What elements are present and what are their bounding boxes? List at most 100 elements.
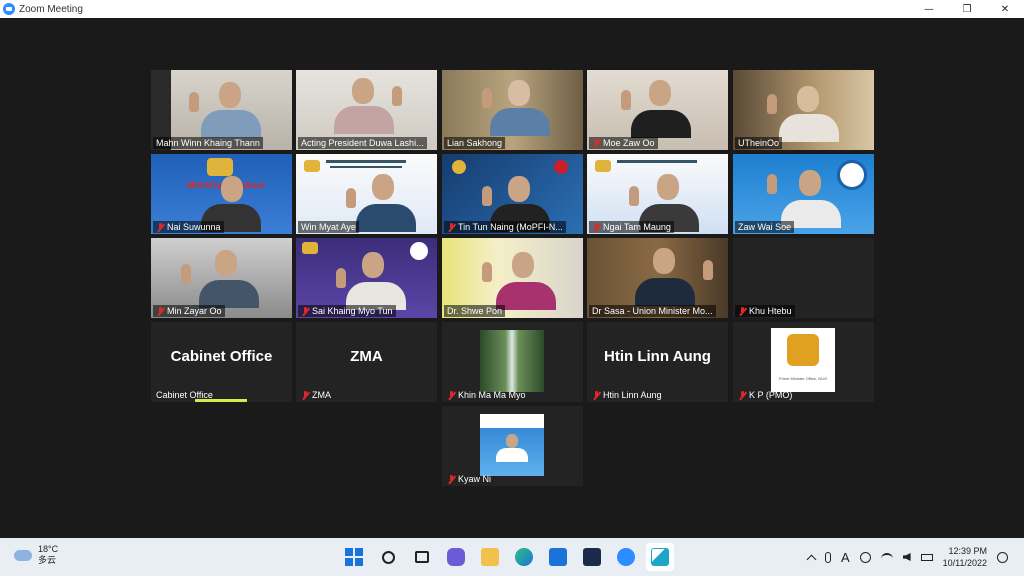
muted-mic-icon [156, 222, 165, 232]
zoom-button[interactable] [612, 543, 640, 571]
clock-date: 10/11/2022 [942, 558, 987, 568]
participant-tile[interactable]: Min Zayar Oo [151, 238, 292, 318]
muted-mic-icon [447, 474, 456, 484]
participant-tile[interactable]: Sai Khaing Myo Tun [296, 238, 437, 318]
clock-icon[interactable] [859, 551, 871, 563]
participant-tile[interactable]: Tin Tun Naing (MoPFI-N... [442, 154, 583, 234]
muted-mic-icon [156, 306, 165, 316]
snipping-tool-button[interactable] [646, 543, 674, 571]
taskbar-apps [340, 543, 674, 571]
participant-tile[interactable]: Ministry of Labour Nai Suwunna [151, 154, 292, 234]
participant-tile[interactable]: Khin Ma Ma Myo [442, 322, 583, 402]
clock[interactable]: 12:39 PM 10/11/2022 [943, 545, 987, 569]
participant-tile[interactable]: Htin Linn Aung Htin Linn Aung [587, 322, 728, 402]
microphone-icon[interactable] [824, 551, 831, 563]
snipping-tool-icon [651, 548, 669, 566]
gallery-view: Mahn Winn Khaing Thann Acting President … [0, 18, 1024, 538]
participant-tile[interactable]: Acting President Duwa Lashi... [296, 70, 437, 150]
participant-name: Ngai Tam Maung [589, 221, 674, 233]
system-tray: A 12:39 PM 10/11/2022 [806, 538, 1008, 576]
participant-tile[interactable]: Zaw Wai Soe [733, 154, 874, 234]
window-controls: — ❐ ✕ [910, 0, 1024, 18]
participant-tile[interactable]: Win Myat Aye [296, 154, 437, 234]
battery-icon[interactable] [920, 553, 933, 561]
participant-tile[interactable]: Prime Minister Office, NUG K P (PMO) [733, 322, 874, 402]
notification-icon[interactable] [997, 551, 1008, 563]
weather-widget[interactable]: 18°C 多云 [14, 544, 58, 566]
profile-picture [480, 414, 544, 476]
store-button[interactable] [544, 543, 572, 571]
emblem-icon [787, 334, 819, 366]
participant-tile[interactable]: ZMA ZMA [296, 322, 437, 402]
participant-tile[interactable]: UTheinOo [733, 70, 874, 150]
restore-button[interactable]: ❐ [948, 0, 986, 18]
clock-time: 12:39 PM [948, 546, 987, 556]
participant-display-name: ZMA [350, 348, 383, 365]
edge-button[interactable] [510, 543, 538, 571]
temperature: 18°C [38, 544, 59, 554]
file-explorer-button[interactable] [476, 543, 504, 571]
logo-icon [410, 242, 428, 260]
muted-mic-icon [738, 306, 747, 316]
participant-tile[interactable]: Mahn Winn Khaing Thann [151, 70, 292, 150]
minimize-button[interactable]: — [910, 0, 948, 18]
participant-name: Mahn Winn Khaing Thann [153, 137, 263, 149]
participant-tile[interactable]: Lian Sakhong [442, 70, 583, 150]
participant-name: Dr. Shwe Pon [444, 305, 506, 317]
task-view-icon [415, 551, 429, 563]
speaker-icon[interactable] [902, 553, 911, 561]
participant-name: Acting President Duwa Lashi... [298, 137, 427, 149]
input-indicator[interactable]: A [841, 550, 850, 565]
participant-name: Khin Ma Ma Myo [444, 389, 529, 401]
profile-picture [480, 330, 544, 392]
chevron-up-icon[interactable] [806, 554, 817, 564]
task-view-button[interactable] [408, 543, 436, 571]
app-icon [583, 548, 601, 566]
webex-button[interactable] [578, 543, 606, 571]
logo-icon [554, 160, 568, 174]
emblem-icon [302, 242, 318, 254]
participant-tile[interactable]: Khu Htebu [733, 238, 874, 318]
participant-name: Kyaw Ni [444, 473, 494, 485]
emblem-icon [452, 160, 466, 174]
participant-name: UTheinOo [735, 137, 783, 149]
participant-name: Lian Sakhong [444, 137, 506, 149]
participant-name: Zaw Wai Soe [735, 221, 795, 233]
window-title: Zoom Meeting [19, 3, 83, 15]
windows-taskbar: 18°C 多云 A 12:39 PM 10/11/2022 [0, 538, 1024, 576]
windows-logo-icon [345, 548, 363, 566]
participant-tile[interactable]: Dr. Shwe Pon [442, 238, 583, 318]
participant-tile[interactable]: Moe Zaw Oo [587, 70, 728, 150]
close-button[interactable]: ✕ [986, 0, 1024, 18]
participant-name: K P (PMO) [735, 389, 795, 401]
muted-mic-icon [301, 306, 310, 316]
participant-tile[interactable]: Ngai Tam Maung [587, 154, 728, 234]
participant-name: Sai Khaing Myo Tun [298, 305, 396, 317]
teams-chat-button[interactable] [442, 543, 470, 571]
weather-condition: 多云 [38, 555, 57, 565]
muted-mic-icon [301, 390, 310, 400]
window-titlebar: Zoom Meeting — ❐ ✕ [0, 0, 1024, 18]
zoom-app-icon [3, 3, 15, 15]
muted-mic-icon [592, 390, 601, 400]
active-speaker-tile[interactable]: Dr Sasa - Union Minister Mo... [587, 238, 728, 318]
zoom-icon [617, 548, 635, 566]
ministry-logo-icon [837, 160, 867, 190]
wifi-icon[interactable] [880, 553, 893, 561]
participant-display-name: Cabinet Office [170, 348, 273, 365]
participant-name: Dr Sasa - Union Minister Mo... [589, 305, 716, 317]
pmo-caption: Prime Minister Office, NUG [778, 376, 828, 381]
emblem-icon [304, 160, 320, 172]
participant-name: Cabinet Office [156, 390, 213, 400]
participant-name: Khu Htebu [735, 305, 795, 317]
profile-picture: Prime Minister Office, NUG [771, 328, 835, 392]
search-button[interactable] [374, 543, 402, 571]
participant-tile[interactable]: Cabinet Office Cabinet Office [151, 322, 292, 402]
participant-tile[interactable]: Kyaw Ni [442, 406, 583, 486]
chat-icon [447, 548, 465, 566]
emblem-icon [595, 160, 611, 172]
muted-mic-icon [447, 222, 456, 232]
folder-icon [481, 548, 499, 566]
participant-display-name: Htin Linn Aung [604, 348, 711, 365]
start-button[interactable] [340, 543, 368, 571]
